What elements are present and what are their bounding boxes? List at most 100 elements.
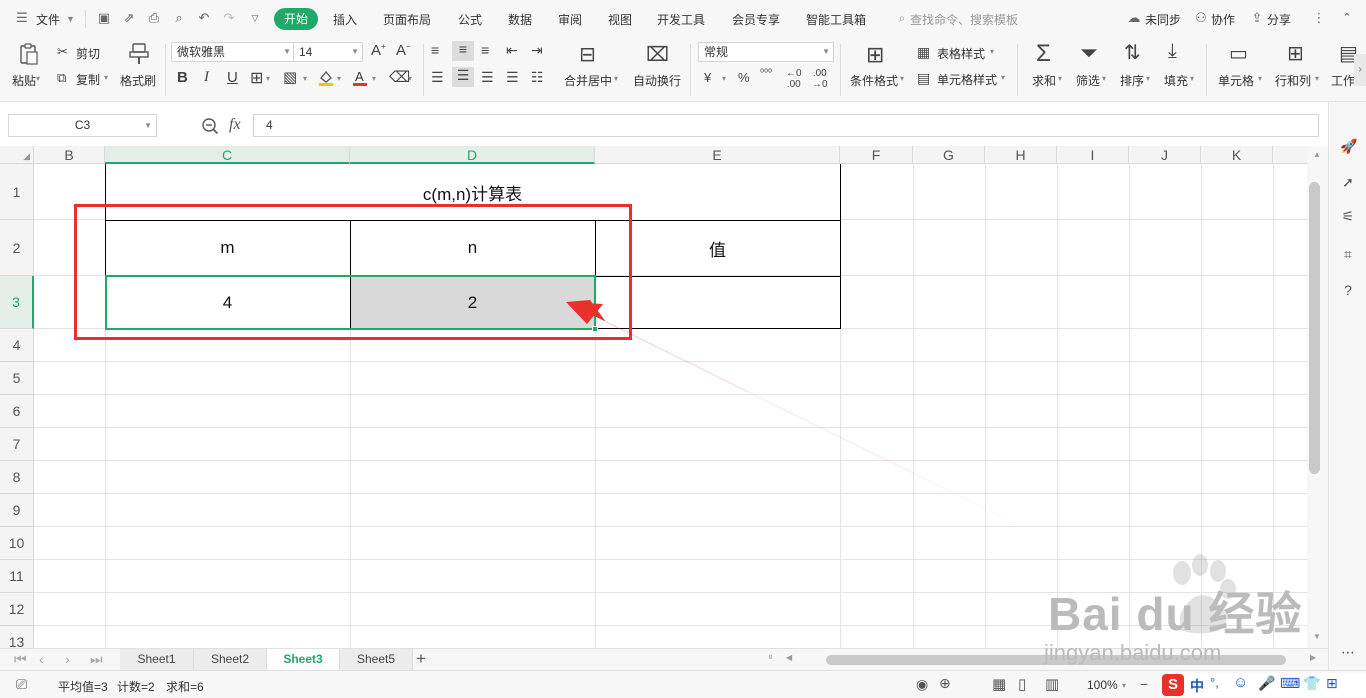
- collab-button[interactable]: 协作: [1211, 11, 1235, 28]
- border-icon[interactable]: ⊞: [250, 68, 263, 88]
- column-header-i[interactable]: I: [1057, 146, 1129, 164]
- sort-icon[interactable]: ⇅: [1124, 40, 1141, 65]
- more-options-icon[interactable]: ⋮: [1311, 10, 1327, 26]
- align-center-icon[interactable]: ☰: [452, 67, 474, 87]
- column-header-l[interactable]: [1273, 146, 1307, 164]
- sheet-tab-sheet5[interactable]: Sheet5: [340, 649, 413, 671]
- currency-icon[interactable]: ¥: [704, 70, 711, 85]
- crop-icon[interactable]: ⌗: [1340, 246, 1356, 262]
- macro-record-icon[interactable]: ⎚: [16, 676, 27, 693]
- sum-button[interactable]: 求和: [1032, 72, 1056, 89]
- conditional-format-button[interactable]: 条件格式: [850, 72, 898, 89]
- column-header-c[interactable]: C: [105, 146, 350, 164]
- name-box[interactable]: C3 ▼: [8, 114, 157, 137]
- help-icon[interactable]: ?: [1340, 282, 1356, 298]
- ime-mode[interactable]: 中: [1190, 676, 1204, 696]
- emoji-icon[interactable]: ☺: [1233, 674, 1248, 691]
- table-title[interactable]: c(m,n)计算表: [105, 164, 840, 220]
- row-header-7[interactable]: 7: [0, 428, 34, 461]
- cell-style-dropdown-icon[interactable]: ▾: [1001, 73, 1005, 82]
- increase-indent-icon[interactable]: ⇥: [531, 42, 543, 59]
- zoom-dropdown-icon[interactable]: ▾: [1122, 681, 1126, 690]
- clear-dropdown-icon[interactable]: ▾: [408, 74, 412, 83]
- print-preview-icon[interactable]: ⌕: [171, 10, 187, 26]
- sheet-tab-sheet3[interactable]: Sheet3: [267, 649, 340, 671]
- select-all-corner[interactable]: ◢: [0, 146, 34, 164]
- wrap-text-icon[interactable]: ⌧: [646, 42, 669, 67]
- search-input[interactable]: 查找命令、搜索模板: [910, 11, 1018, 28]
- export-icon[interactable]: ⇗: [121, 10, 137, 26]
- zoom-out-icon[interactable]: −: [1140, 676, 1148, 692]
- underline-icon[interactable]: U: [227, 69, 238, 86]
- row-header-12[interactable]: 12: [0, 593, 34, 626]
- zoom-level[interactable]: 100%: [1087, 678, 1118, 692]
- rocket-icon[interactable]: 🚀: [1340, 138, 1357, 154]
- row-col-icon[interactable]: ⊞: [1287, 41, 1304, 66]
- page-layout-view-icon[interactable]: ▯: [1018, 675, 1026, 693]
- tab-member[interactable]: 会员专享: [732, 11, 780, 28]
- currency-dropdown-icon[interactable]: ▾: [722, 74, 726, 83]
- tab-smart-toolbox[interactable]: 智能工具箱: [806, 11, 866, 28]
- row-header-1[interactable]: 1: [0, 164, 34, 220]
- cell-e3[interactable]: [595, 276, 840, 329]
- merge-dropdown-icon[interactable]: ▾: [614, 74, 618, 83]
- zoom-icon[interactable]: [201, 117, 219, 135]
- bold-icon[interactable]: B: [177, 69, 188, 86]
- sum-dropdown-icon[interactable]: ▾: [1058, 74, 1062, 83]
- table-style-button[interactable]: 表格样式: [937, 45, 985, 62]
- sync-status[interactable]: 未同步: [1145, 11, 1181, 28]
- align-right-icon[interactable]: ☰: [481, 69, 494, 86]
- format-painter-icon[interactable]: [127, 42, 151, 66]
- undo-icon[interactable]: ↶: [196, 10, 212, 26]
- font-size-select[interactable]: 14 ▼: [293, 42, 363, 62]
- file-menu-chevron-icon[interactable]: ▼: [66, 14, 75, 24]
- border-dropdown-icon[interactable]: ▾: [266, 74, 270, 83]
- row-header-9[interactable]: 9: [0, 494, 34, 527]
- cut-button[interactable]: 剪切: [76, 45, 100, 62]
- merge-center-icon[interactable]: ⊟: [579, 42, 596, 67]
- microphone-icon[interactable]: 🎤: [1258, 675, 1275, 692]
- scroll-left-icon[interactable]: ◀: [786, 653, 792, 662]
- row-header-10[interactable]: 10: [0, 527, 34, 560]
- fill-handle[interactable]: [592, 326, 598, 332]
- merge-center-button[interactable]: 合并居中: [564, 72, 612, 89]
- cell-style-button[interactable]: 单元格样式: [937, 71, 997, 88]
- row-header-3[interactable]: 3: [0, 276, 34, 329]
- splitter-handle[interactable]: ⏸: [768, 652, 773, 663]
- cell-dropdown-icon[interactable]: ▾: [1258, 74, 1262, 83]
- paste-icon[interactable]: [17, 42, 41, 66]
- format-painter-button[interactable]: 格式刷: [120, 72, 156, 89]
- header-m[interactable]: m: [105, 220, 350, 276]
- paste-button[interactable]: 粘贴: [12, 72, 36, 89]
- function-wizard-icon[interactable]: fx: [229, 116, 241, 134]
- font-color-dropdown-icon[interactable]: ▾: [372, 74, 376, 83]
- column-header-e[interactable]: E: [595, 146, 840, 164]
- next-sheet-icon[interactable]: ›: [65, 651, 70, 667]
- skin-shirt-icon[interactable]: 👕: [1303, 675, 1320, 692]
- column-header-f[interactable]: F: [840, 146, 913, 164]
- quick-access-more-icon[interactable]: ▽: [247, 10, 263, 26]
- header-value[interactable]: 值: [595, 220, 840, 276]
- ribbon-scroll-right-icon[interactable]: ›: [1354, 54, 1366, 86]
- column-header-b[interactable]: B: [34, 146, 105, 164]
- column-header-k[interactable]: K: [1201, 146, 1273, 164]
- tab-review[interactable]: 审阅: [558, 11, 582, 28]
- distributed-align-icon[interactable]: ☷: [531, 69, 544, 86]
- sum-icon[interactable]: Σ: [1036, 40, 1051, 68]
- toolbox-grid-icon[interactable]: ⊞: [1326, 675, 1338, 692]
- decrease-decimal-icon[interactable]: .00 →0: [812, 68, 828, 90]
- page-break-view-icon[interactable]: ▥: [1045, 675, 1059, 693]
- print-icon[interactable]: ⎙: [146, 10, 162, 26]
- paste-dropdown-icon[interactable]: ▾: [36, 74, 40, 83]
- fill-dropdown-icon[interactable]: ▾: [1190, 74, 1194, 83]
- filter-icon[interactable]: ⏷: [1080, 40, 1098, 66]
- formula-input[interactable]: 4: [253, 114, 1319, 137]
- more-dots-icon[interactable]: ⋯: [1340, 644, 1356, 660]
- tab-view[interactable]: 视图: [608, 11, 632, 28]
- row-col-button[interactable]: 行和列: [1275, 72, 1311, 89]
- row-header-11[interactable]: 11: [0, 560, 34, 593]
- decrease-font-icon[interactable]: A−: [396, 42, 411, 59]
- row-header-13[interactable]: 13: [0, 626, 34, 648]
- vertical-scroll-thumb[interactable]: [1309, 182, 1320, 474]
- row-header-2[interactable]: 2: [0, 220, 34, 276]
